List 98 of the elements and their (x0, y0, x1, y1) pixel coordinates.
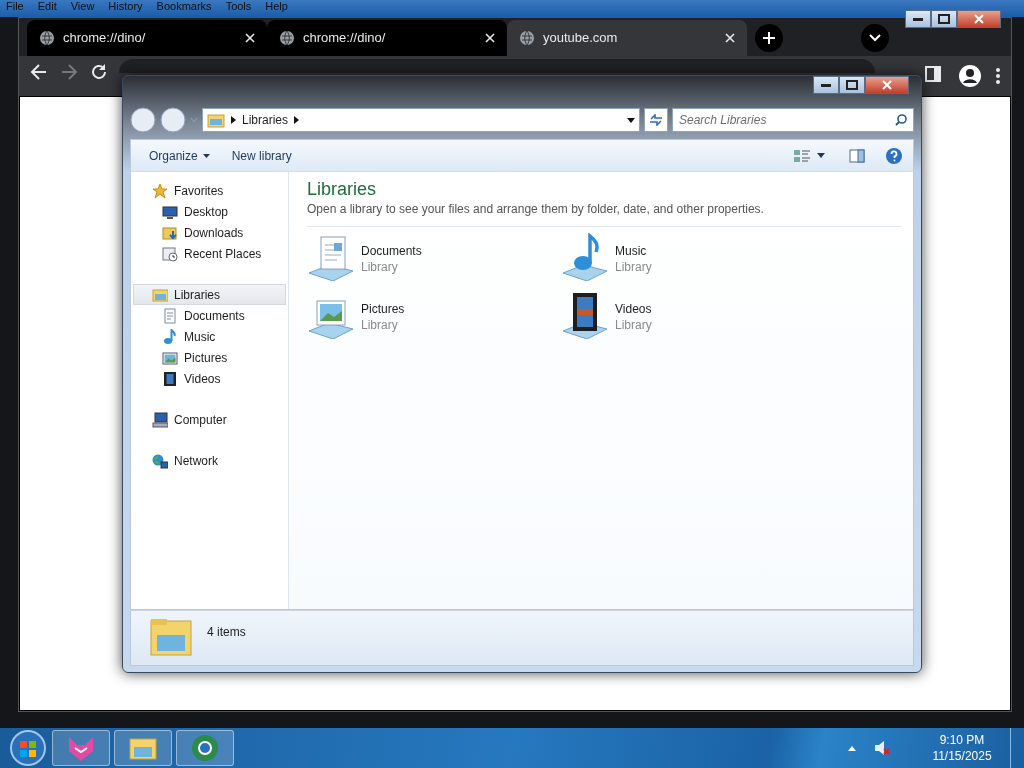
search-icon (895, 114, 907, 126)
show-hidden-icons-icon[interactable] (848, 745, 856, 751)
menu-item[interactable]: Tools (225, 0, 252, 12)
maximize-button[interactable] (839, 76, 865, 94)
menu-icon[interactable] (995, 67, 1001, 85)
close-icon (882, 80, 892, 90)
folder-icon (162, 224, 178, 241)
tab-search-button[interactable] (861, 24, 889, 52)
minimize-button[interactable] (813, 76, 839, 94)
dropdown-icon[interactable] (627, 117, 635, 123)
menu-item[interactable]: File (6, 0, 24, 12)
close-button[interactable] (957, 10, 1001, 28)
library-type: Library (361, 317, 399, 333)
minimize-icon (821, 83, 831, 87)
taskbar-button[interactable] (176, 730, 234, 766)
nav-item[interactable]: Downloads (133, 222, 286, 243)
command-button[interactable]: Organize (141, 144, 218, 167)
globe-icon (519, 30, 535, 46)
refresh-icon (649, 114, 663, 126)
library-type: Library (361, 259, 399, 275)
monitor-icon (162, 203, 178, 220)
nav-item[interactable]: Network (133, 450, 286, 471)
browser-tab[interactable]: youtube.com (507, 20, 747, 56)
address-field[interactable]: Libraries (202, 108, 640, 132)
library-type: Library (615, 317, 652, 333)
forward-icon[interactable] (160, 107, 186, 133)
breadcrumb-item[interactable]: Libraries (242, 111, 289, 129)
close-icon (974, 14, 984, 24)
recent-places-icon (162, 245, 178, 262)
refresh-button[interactable] (644, 108, 668, 132)
chevron-right-icon[interactable] (231, 116, 236, 124)
plus-icon (762, 31, 776, 45)
menu-item[interactable]: History (108, 0, 143, 12)
menu-item[interactable]: Help (265, 0, 288, 12)
browser-tab[interactable]: chrome://dino/ (267, 20, 507, 56)
library-name[interactable]: Pictures (361, 301, 405, 317)
caret-icon[interactable] (817, 153, 825, 158)
film-icon (162, 370, 178, 387)
preview-pane-icon[interactable] (849, 148, 865, 163)
description-text: Open a library to see your files and arrange them by folder, date, and other properties. (307, 200, 901, 227)
document-icon (162, 307, 178, 324)
nav-item[interactable]: Recent Places (133, 243, 286, 264)
browser-icon (190, 733, 220, 763)
menu-item[interactable]: Edit (37, 0, 57, 12)
music-note-icon (162, 328, 178, 345)
nav-item[interactable]: Favorites (133, 180, 286, 201)
profile-icon[interactable] (959, 65, 981, 87)
forward-icon[interactable] (59, 62, 79, 82)
music-library-icon[interactable] (561, 233, 609, 281)
caret-icon (202, 153, 210, 158)
new-tab-button[interactable] (755, 24, 783, 52)
menu-item[interactable]: Bookmarks (156, 0, 212, 12)
clock[interactable]: 9:10 PM 11/15/2025 (922, 732, 1002, 764)
browser-tab[interactable]: chrome://dino/ (27, 20, 267, 56)
close-icon[interactable] (485, 33, 495, 43)
nav-item[interactable]: Documents (133, 305, 286, 326)
restore-icon (846, 80, 858, 90)
nav-item[interactable]: Desktop (133, 201, 286, 222)
nav-item[interactable]: Pictures (133, 347, 286, 368)
picture-icon (162, 349, 178, 366)
library-name[interactable]: Documents (361, 243, 422, 259)
nav-item[interactable]: Computer (133, 409, 286, 430)
nav-item[interactable]: Libraries (133, 284, 286, 305)
back-icon[interactable] (130, 107, 156, 133)
library-name[interactable]: Music (615, 243, 652, 259)
nav-item[interactable]: Videos (133, 368, 286, 389)
globe-icon (279, 30, 295, 46)
nav-item[interactable]: Music (133, 326, 286, 347)
minimize-button[interactable] (905, 10, 931, 28)
library-folder-icon (207, 112, 225, 128)
library-type: Library (615, 259, 652, 275)
document-library-icon[interactable] (307, 233, 355, 281)
item-count: 4 items (207, 624, 246, 641)
library-folder-icon (152, 286, 168, 303)
close-button[interactable] (865, 76, 909, 94)
command-button[interactable]: New library (223, 144, 300, 167)
help-icon[interactable] (885, 146, 903, 165)
chevron-right-icon[interactable] (294, 116, 300, 124)
back-icon[interactable] (29, 62, 49, 82)
reload-icon[interactable] (89, 62, 109, 82)
close-icon[interactable] (725, 33, 735, 43)
chevron-down-icon (869, 34, 881, 42)
computer-icon (152, 411, 168, 428)
close-icon[interactable] (245, 33, 255, 43)
search-field[interactable]: Search Libraries (672, 108, 914, 132)
muted-speaker-icon[interactable] (874, 740, 890, 756)
globe-icon (39, 30, 55, 46)
globe-icon (152, 452, 168, 469)
menu-item[interactable]: View (70, 0, 95, 12)
maximize-button[interactable] (931, 10, 957, 28)
video-library-icon[interactable] (561, 291, 609, 339)
start-button[interactable] (8, 729, 48, 767)
side-panel-icon[interactable] (925, 66, 941, 82)
taskbar-button[interactable] (114, 730, 172, 766)
library-name[interactable]: Videos (615, 301, 652, 317)
star-icon (152, 182, 168, 199)
page-heading: Libraries (307, 178, 378, 200)
restore-icon (938, 14, 950, 24)
